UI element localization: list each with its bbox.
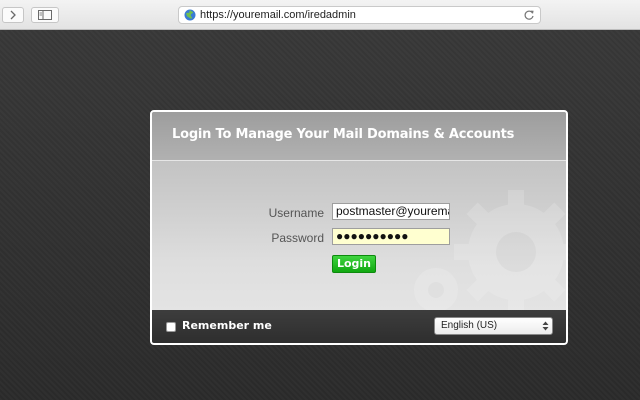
password-label: Password bbox=[271, 231, 324, 245]
page-title: Login To Manage Your Mail Domains & Acco… bbox=[172, 127, 515, 142]
language-select[interactable]: English (US) bbox=[434, 317, 553, 335]
remember-me-label[interactable]: Remember me bbox=[182, 319, 272, 332]
globe-icon bbox=[184, 9, 196, 21]
browser-toolbar: https://youremail.com/iredadmin bbox=[0, 0, 640, 30]
gear-watermark-icon bbox=[414, 190, 566, 314]
password-value: ●●●●●●●●●● bbox=[336, 229, 409, 243]
language-selected-value: English (US) bbox=[441, 320, 498, 331]
address-bar[interactable]: https://youremail.com/iredadmin bbox=[178, 6, 541, 24]
select-arrows-icon bbox=[542, 321, 549, 331]
login-panel: Login To Manage Your Mail Domains & Acco… bbox=[150, 110, 568, 345]
chevron-right-icon bbox=[10, 10, 16, 20]
sidebar-icon bbox=[38, 10, 52, 20]
username-label: Username bbox=[268, 206, 324, 220]
panel-header: Login To Manage Your Mail Domains & Acco… bbox=[152, 112, 566, 161]
password-input[interactable]: ●●●●●●●●●● bbox=[332, 228, 450, 245]
login-button[interactable]: Login bbox=[332, 255, 376, 273]
reload-icon[interactable] bbox=[523, 9, 535, 21]
sidebar-toggle-button[interactable] bbox=[31, 7, 59, 23]
remember-me-checkbox[interactable] bbox=[166, 322, 176, 332]
url-text: https://youremail.com/iredadmin bbox=[200, 9, 356, 21]
username-input[interactable]: postmaster@youremai bbox=[332, 203, 450, 220]
panel-footer: Remember me English (US) bbox=[152, 310, 566, 343]
username-value: postmaster@youremai bbox=[336, 204, 450, 218]
forward-button[interactable] bbox=[2, 7, 24, 23]
